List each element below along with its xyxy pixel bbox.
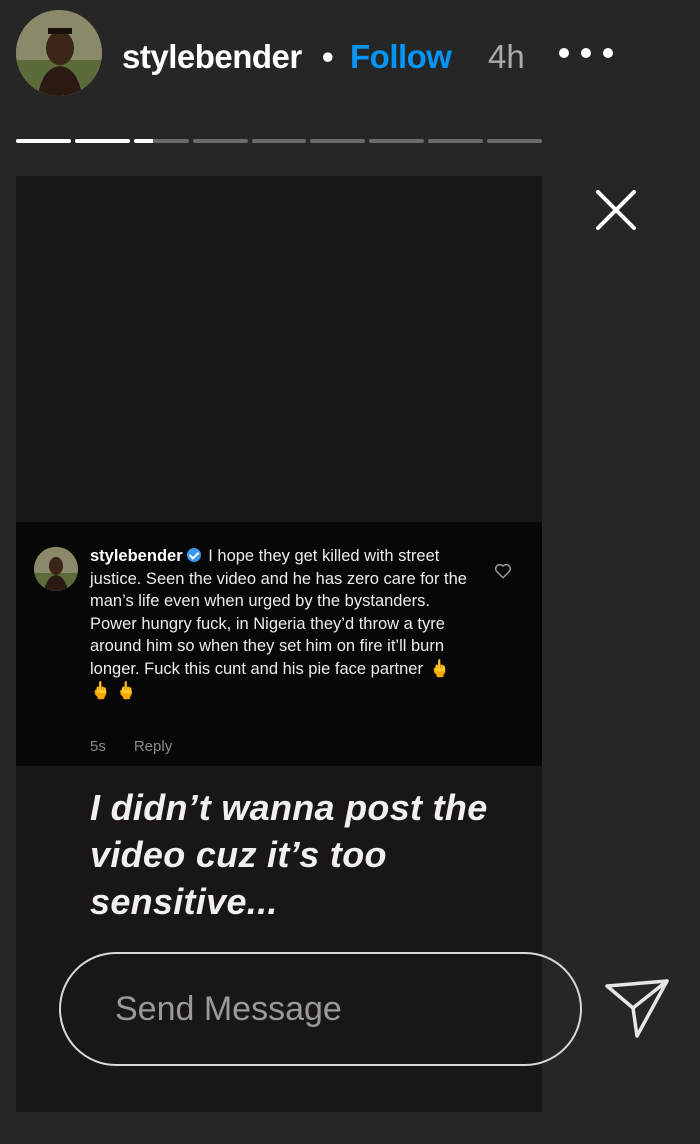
progress-segment bbox=[16, 139, 71, 143]
send-message-input[interactable] bbox=[59, 952, 582, 1066]
profile-avatar[interactable] bbox=[16, 10, 102, 96]
progress-segment bbox=[74, 139, 130, 143]
story-username[interactable]: stylebender bbox=[122, 38, 302, 76]
progress-segment bbox=[251, 139, 307, 143]
progress-segment bbox=[192, 139, 248, 143]
progress-segment bbox=[310, 139, 366, 143]
story-caption: I didn’t wanna post the video cuz it’s t… bbox=[90, 787, 488, 922]
progress-segment bbox=[428, 139, 484, 143]
comment-text-block: stylebender I hope they get killed with … bbox=[90, 545, 470, 703]
more-horizontal-icon[interactable] bbox=[556, 44, 616, 62]
comment-screenshot: stylebender I hope they get killed with … bbox=[16, 522, 542, 766]
progress-segment bbox=[133, 139, 189, 143]
story-timestamp: 4h bbox=[488, 38, 525, 75]
progress-segment bbox=[369, 139, 425, 143]
comment-username: stylebender bbox=[90, 547, 183, 565]
story-progress-bar bbox=[16, 139, 543, 144]
progress-segment bbox=[487, 139, 543, 143]
comment-reply-link: Reply bbox=[133, 738, 173, 755]
follow-button[interactable]: Follow bbox=[350, 38, 452, 76]
comment-time: 5s bbox=[90, 738, 106, 755]
close-icon[interactable] bbox=[592, 186, 640, 234]
comment-avatar bbox=[34, 547, 78, 591]
send-paper-plane-icon[interactable] bbox=[604, 978, 670, 1040]
heart-outline-icon bbox=[494, 563, 512, 579]
avatar-image bbox=[16, 10, 102, 96]
comment-meta: 5s Reply bbox=[90, 738, 172, 755]
separator-dot: • bbox=[322, 38, 334, 75]
comment-text: I hope they get killed with street justi… bbox=[90, 547, 467, 678]
verified-badge-icon bbox=[186, 548, 201, 562]
